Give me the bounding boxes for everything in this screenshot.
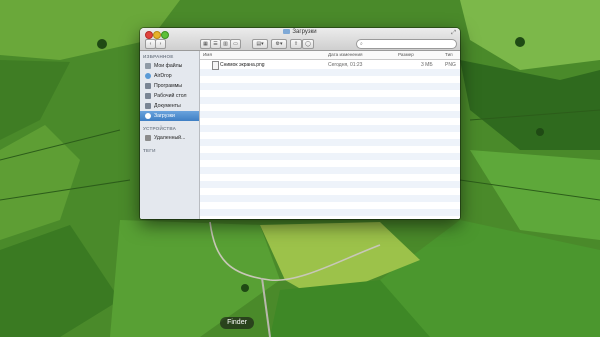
- sidebar-item-label: Загрузки: [154, 113, 175, 119]
- row-stripe: [200, 139, 460, 146]
- applications-icon: [145, 83, 151, 89]
- sidebar-item-label: Документы: [154, 103, 181, 109]
- row-stripe: [200, 69, 460, 76]
- downloads-icon: [145, 113, 151, 119]
- column-header-kind[interactable]: Тип: [445, 52, 453, 57]
- file-size: 3 МБ: [421, 62, 433, 68]
- row-stripe: [200, 195, 460, 202]
- sidebar: ИЗБРАННОЕ Мои файлы AirDrop Программы Ра…: [140, 51, 200, 219]
- column-header-date[interactable]: Дата изменения: [328, 52, 363, 57]
- column-header-size[interactable]: Размер: [398, 52, 414, 57]
- sidebar-section-favorites: ИЗБРАННОЕ: [143, 54, 174, 59]
- sidebar-item-label: Мои файлы: [154, 63, 183, 69]
- sidebar-item-documents[interactable]: Документы: [140, 101, 199, 111]
- sidebar-item-label: AirDrop: [154, 73, 172, 79]
- search-field[interactable]: ⌕: [356, 39, 457, 49]
- column-header-name[interactable]: Имя: [203, 52, 212, 57]
- png-file-icon: [212, 61, 219, 70]
- forward-button[interactable]: ›: [155, 39, 166, 49]
- share-button[interactable]: ⇪: [290, 39, 302, 49]
- disk-icon: [145, 135, 151, 141]
- sidebar-item-all-files[interactable]: Мои файлы: [140, 61, 199, 71]
- action-gear-button[interactable]: ⚙▾: [271, 39, 287, 49]
- file-date: Сегодня, 01:23: [328, 62, 363, 68]
- finder-window: Загрузки ⤢ ‹ › ▦ ☰ ▥ ▭ ▤▾ ⚙▾ ⇪ ◯ ⌕ ИЗБРА…: [140, 28, 460, 219]
- row-stripe: [200, 111, 460, 118]
- sidebar-item-airdrop[interactable]: AirDrop: [140, 71, 199, 81]
- window-titlebar[interactable]: Загрузки ⤢ ‹ › ▦ ☰ ▥ ▭ ▤▾ ⚙▾ ⇪ ◯ ⌕: [140, 28, 460, 51]
- row-stripe: [200, 181, 460, 188]
- fullscreen-icon[interactable]: ⤢: [451, 30, 456, 37]
- documents-icon: [145, 103, 151, 109]
- list-header: Имя Дата изменения Размер Тип: [200, 51, 460, 60]
- sidebar-item-desktop[interactable]: Рабочий стол: [140, 91, 199, 101]
- row-stripe: [200, 167, 460, 174]
- file-kind: PNG: [445, 62, 456, 68]
- table-row[interactable]: Снимок экрана.png Сегодня, 01:23 3 МБ PN…: [200, 60, 460, 70]
- folder-icon: [283, 29, 291, 34]
- row-stripe: [200, 97, 460, 104]
- row-stripe: [200, 83, 460, 90]
- sidebar-item-label: Удаленный...: [154, 135, 186, 141]
- desktop-icon: [145, 93, 151, 99]
- sidebar-item-downloads[interactable]: Загрузки: [140, 111, 199, 121]
- sidebar-item-applications[interactable]: Программы: [140, 81, 199, 91]
- sidebar-item-label: Программы: [154, 83, 183, 89]
- file-list: Имя Дата изменения Размер Тип Снимок экр…: [200, 51, 460, 219]
- row-stripe: [200, 209, 460, 216]
- sidebar-section-devices: УСТРОЙСТВА: [143, 126, 177, 131]
- sidebar-section-tags: ТЕГИ: [143, 148, 156, 153]
- sidebar-item-remote-disk[interactable]: Удаленный...: [140, 133, 199, 143]
- view-coverflow-button[interactable]: ▭: [230, 39, 241, 49]
- airdrop-icon: [145, 73, 151, 79]
- row-stripe: [200, 153, 460, 160]
- tags-button[interactable]: ◯: [302, 39, 314, 49]
- row-stripe: [200, 125, 460, 132]
- file-name: Снимок экрана.png: [220, 62, 265, 68]
- dock-tooltip: Finder: [220, 317, 254, 329]
- sidebar-item-label: Рабочий стол: [154, 93, 187, 99]
- all-files-icon: [145, 63, 151, 69]
- arrange-button[interactable]: ▤▾: [252, 39, 268, 49]
- window-title: Загрузки: [140, 29, 460, 35]
- search-icon: ⌕: [360, 41, 363, 47]
